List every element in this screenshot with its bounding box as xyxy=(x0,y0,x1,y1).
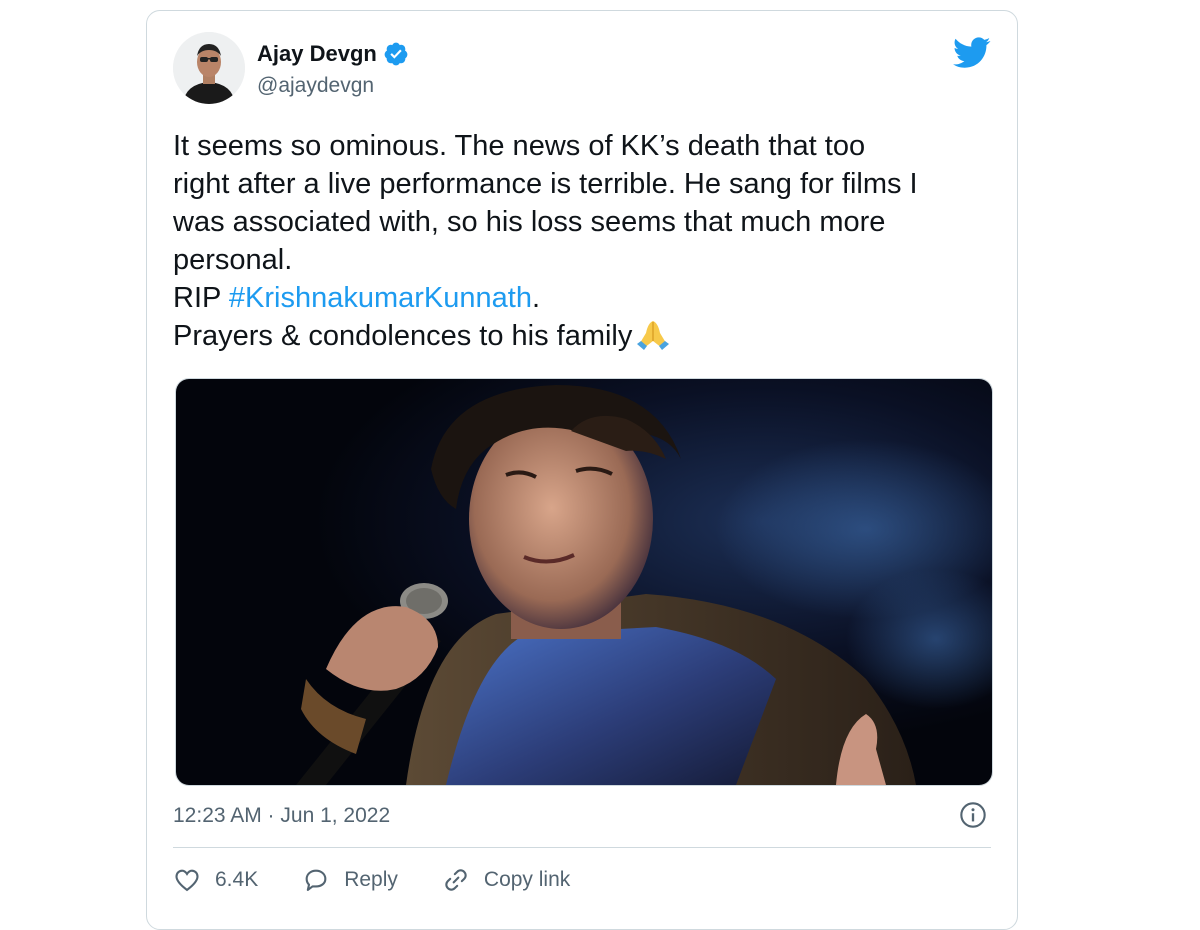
reply-label: Reply xyxy=(344,868,398,891)
tweet-line: right after a live performance is terrib… xyxy=(173,168,918,200)
twitter-bird-icon[interactable] xyxy=(953,37,991,69)
tweet-line: was associated with, so his loss seems t… xyxy=(173,206,886,238)
tweet-card: Ajay Devgn @ajaydevgn It seems so ominou… xyxy=(146,10,1018,930)
rip-suffix: . xyxy=(531,282,541,314)
info-icon[interactable] xyxy=(959,801,987,829)
tweet-line-rip: RIP #KrishnakumarKunnath. xyxy=(173,279,993,317)
rip-prefix: RIP xyxy=(173,282,229,314)
tweet-text: It seems so ominous. The news of KK’s de… xyxy=(173,127,993,355)
verified-badge-icon xyxy=(383,41,409,67)
avatar[interactable] xyxy=(173,32,245,104)
tweet-line: Prayers & condolences to his family xyxy=(173,317,993,355)
author-name[interactable]: Ajay Devgn xyxy=(257,41,377,67)
copy-link-button[interactable]: Copy link xyxy=(442,866,570,894)
copy-link-label: Copy link xyxy=(483,868,571,891)
hashtag-link[interactable]: #KrishnakumarKunnath xyxy=(229,282,532,314)
author-handle[interactable]: @ajaydevgn xyxy=(257,74,374,98)
speech-bubble-icon xyxy=(305,869,327,891)
tweet-photo[interactable] xyxy=(175,378,993,786)
tweet-timestamp[interactable]: 12:23 AM · Jun 1, 2022 xyxy=(173,804,390,828)
reply-button[interactable]: Reply xyxy=(302,866,398,894)
like-count: 6.4K xyxy=(215,868,259,891)
divider xyxy=(173,847,991,848)
author-name-row[interactable]: Ajay Devgn xyxy=(257,41,409,67)
like-button[interactable]: 6.4K xyxy=(173,866,258,894)
tweet-actions: 6.4K Reply Copy link xyxy=(173,866,614,894)
tweet-line: personal. xyxy=(173,244,293,276)
prayers-text: Prayers & condolences to his family xyxy=(173,320,633,352)
tweet-line: It seems so ominous. The news of KK’s de… xyxy=(173,130,866,162)
heart-icon xyxy=(175,869,199,892)
link-icon xyxy=(445,869,467,891)
folded-hands-icon xyxy=(634,317,672,351)
